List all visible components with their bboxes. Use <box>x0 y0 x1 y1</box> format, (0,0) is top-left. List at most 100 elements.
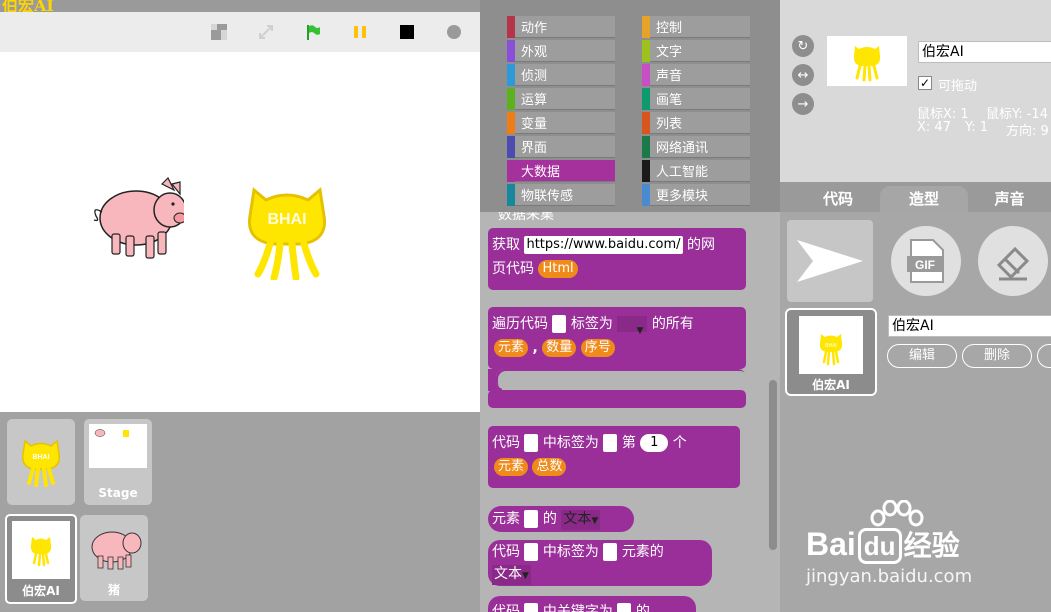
category-left-3[interactable]: 运算 <box>507 87 615 110</box>
count-reporter[interactable]: 数量 <box>542 339 577 357</box>
pig-thumb-icon <box>91 531 142 570</box>
category-right-3[interactable]: 画笔 <box>642 87 750 110</box>
block5-code-slot[interactable] <box>524 543 539 561</box>
eraser-icon <box>996 246 1030 281</box>
category-left-6[interactable]: 大数据 <box>507 159 615 182</box>
block5-tag-slot[interactable] <box>603 543 618 561</box>
sprite-tile-bohong-ai[interactable]: 伯宏AI <box>5 514 77 604</box>
category-swatch <box>642 15 650 38</box>
tab-code[interactable]: 代码 <box>796 186 880 212</box>
category-swatch <box>507 111 515 134</box>
block-palette[interactable]: 数据采集 获取 https://www.baidu.com/ 的网 页代码 Ht… <box>480 212 780 612</box>
block6-keyword-slot[interactable] <box>617 603 632 612</box>
code-keyword-block[interactable]: 代码 中关键字为 的 <box>488 596 696 612</box>
category-left-4[interactable]: 变量 <box>507 111 615 134</box>
green-flag-icon[interactable] <box>305 24 321 40</box>
block5-dropdown[interactable]: 文本▼ <box>492 565 531 585</box>
tab-costumes[interactable]: 造型 <box>880 186 968 212</box>
stop-icon[interactable] <box>399 24 415 40</box>
draggable-checkbox[interactable]: ✓ <box>918 76 932 90</box>
delete-costume-button[interactable]: 删除 <box>962 344 1032 368</box>
block2-code-slot[interactable] <box>552 315 567 333</box>
bohong-ai-thumb <box>12 521 70 579</box>
html-reporter[interactable]: Html <box>538 260 578 278</box>
category-label: 动作 <box>521 21 548 36</box>
category-swatch <box>507 63 515 86</box>
record-icon[interactable] <box>446 24 462 40</box>
category-right-2[interactable]: 声音 <box>642 63 750 86</box>
watermark-brand-du: du <box>857 528 902 564</box>
stage-canvas[interactable]: BHAI <box>0 52 480 412</box>
chevron-down-icon: ▼ <box>522 571 529 581</box>
sprite-tile-pig[interactable]: 猪 <box>80 515 148 601</box>
bhai-sprite-text: BHAI <box>267 211 306 228</box>
app-title: 伯宏AI <box>2 0 54 12</box>
category-right-0[interactable]: 控制 <box>642 15 750 38</box>
traverse-code-block[interactable]: 遍历代码 标签为 ▼ 的所有 元素 , 数量 序号 <box>488 307 746 369</box>
block3-code-slot[interactable] <box>524 434 539 452</box>
gif-import-button[interactable]: GIF <box>891 226 961 296</box>
costume-tile-selected[interactable]: BHAI 伯宏AI <box>785 308 877 396</box>
watermark-brand: Bai du 经验 <box>806 524 960 564</box>
block3-mid: 中标签为 <box>542 435 599 451</box>
element-text-block[interactable]: 元素 的 文本▼ <box>488 506 634 532</box>
block6-code-slot[interactable] <box>524 603 539 612</box>
block1-prefix: 获取 <box>492 237 520 253</box>
edit-costume-button[interactable]: 编辑 <box>887 344 957 368</box>
no-rotate-icon[interactable]: → <box>792 93 814 115</box>
category-left-5[interactable]: 界面 <box>507 135 615 158</box>
paint-new-costume-button[interactable] <box>787 220 873 302</box>
sprite-tile-bhai-small[interactable]: BHAI <box>7 419 75 505</box>
stage-tile[interactable]: Stage <box>84 419 152 505</box>
category-left-1[interactable]: 外观 <box>507 39 615 62</box>
tab-sounds[interactable]: 声音 <box>968 186 1051 212</box>
bhai-thumb-text: BHAI <box>32 454 49 461</box>
block2-prefix: 遍历代码 <box>492 316 548 332</box>
element-reporter[interactable]: 元素 <box>494 339 529 357</box>
category-swatch <box>507 39 515 62</box>
total-reporter[interactable]: 总数 <box>532 458 567 476</box>
block5-dropdown-value: 文本 <box>494 566 522 582</box>
costume-name-input[interactable]: 伯宏AI <box>888 315 1051 337</box>
category-label: 控制 <box>656 21 683 36</box>
fullscreen-icon[interactable] <box>258 24 274 40</box>
code-tag-nth-block[interactable]: 代码 中标签为 第 1 个 元素 总数 <box>488 426 740 488</box>
palette-scrollbar[interactable] <box>769 380 777 550</box>
small-stage-icon[interactable] <box>211 24 227 40</box>
c-block-bottom <box>488 390 746 408</box>
category-right-4[interactable]: 列表 <box>642 111 750 134</box>
bhai-sprite[interactable]: BHAI <box>244 180 330 280</box>
category-swatch <box>507 87 515 110</box>
element-reporter-2[interactable]: 元素 <box>494 458 529 476</box>
category-right-5[interactable]: 网络通讯 <box>642 135 750 158</box>
get-webpage-block[interactable]: 获取 https://www.baidu.com/ 的网 页代码 Html <box>488 228 746 290</box>
code-tag-element-attr-block[interactable]: 代码 中标签为 元素的 文本▼ <box>488 540 712 586</box>
category-right-1[interactable]: 文字 <box>642 39 750 62</box>
category-left-2[interactable]: 侦测 <box>507 63 615 86</box>
block5-suffix: 元素的 <box>621 544 664 560</box>
sprite-name-input[interactable]: 伯宏AI <box>918 41 1051 63</box>
rotate-icon[interactable]: ↻ <box>792 35 814 57</box>
category-swatch <box>507 159 515 182</box>
url-input[interactable]: https://www.baidu.com/ <box>524 236 683 254</box>
category-label: 大数据 <box>521 165 561 180</box>
tag-dropdown[interactable]: ▼ <box>617 316 648 336</box>
category-label: 文字 <box>656 45 683 60</box>
pause-icon[interactable] <box>352 24 368 40</box>
category-left-0[interactable]: 动作 <box>507 15 615 38</box>
eraser-button[interactable] <box>978 226 1048 296</box>
category-right-6[interactable]: 人工智能 <box>642 159 750 182</box>
block3-tag-slot[interactable] <box>603 434 618 452</box>
category-left-7[interactable]: 物联传感 <box>507 183 615 206</box>
flip-horizontal-icon[interactable]: ↔ <box>792 64 814 86</box>
category-right-7[interactable]: 更多模块 <box>642 183 750 206</box>
block4-dropdown[interactable]: 文本▼ <box>561 510 601 530</box>
c-block-mouth <box>496 369 746 389</box>
category-label: 侦测 <box>521 69 548 84</box>
pig-sprite[interactable] <box>88 176 184 266</box>
block4-element-slot[interactable] <box>524 510 539 528</box>
block2-suffix: 的所有 <box>651 316 694 332</box>
category-label: 界面 <box>521 141 548 156</box>
index-reporter[interactable]: 序号 <box>580 339 615 357</box>
nth-input[interactable]: 1 <box>640 434 669 452</box>
